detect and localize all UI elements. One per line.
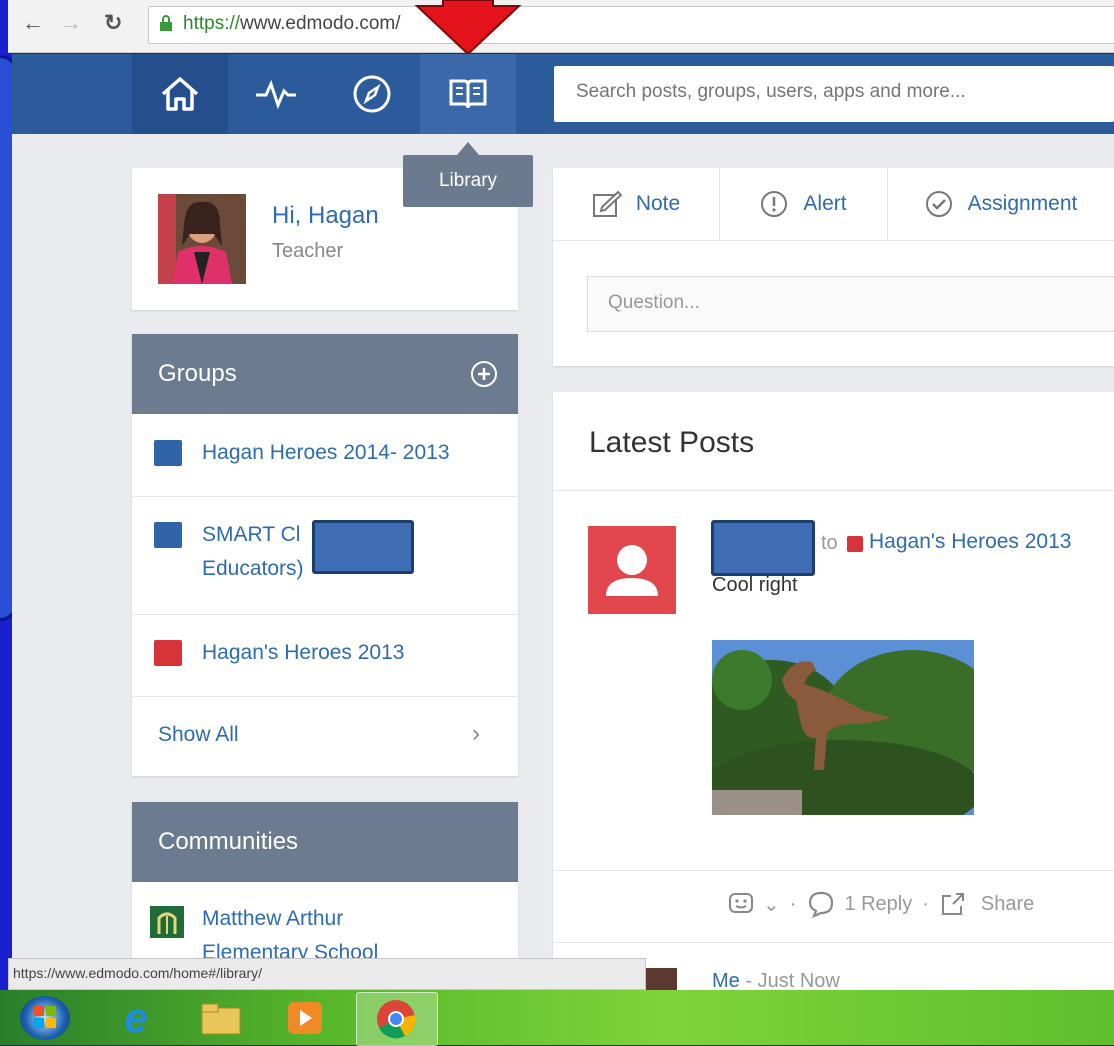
url-text: https://www.edmodo.com/ <box>183 13 401 34</box>
group-item[interactable]: SMART Cl Educators) <box>132 496 518 615</box>
divider <box>553 490 1114 491</box>
status-url: https://www.edmodo.com/home#/library/ <box>13 965 262 981</box>
windows-logo-icon <box>34 1006 56 1028</box>
user-role: Teacher <box>272 240 344 262</box>
tab-label: Alert <box>803 192 847 215</box>
taskbar: e <box>0 990 1114 1046</box>
group-label[interactable]: SMART Cl Educators) <box>202 518 304 586</box>
reply-bubble-icon <box>809 891 834 918</box>
share-icon <box>941 893 964 915</box>
note-edit-icon <box>592 190 622 217</box>
reaction-icon[interactable] <box>727 890 755 918</box>
internet-explorer-icon: e <box>124 994 148 1041</box>
communities-title: Communities <box>158 828 299 855</box>
group-label[interactable]: Hagan Heroes 2014- 2013 <box>202 436 450 470</box>
default-user-icon <box>606 545 658 596</box>
check-circle-icon <box>925 191 952 217</box>
latest-posts-title: Latest Posts <box>589 426 755 459</box>
chrome-taskbar-button[interactable] <box>356 992 438 1046</box>
chevron-right-icon: › <box>472 720 480 747</box>
search-input[interactable] <box>574 80 1098 104</box>
separator-dot: · <box>789 892 797 915</box>
divider <box>553 240 1114 241</box>
browser-toolbar: ← → ↻ https://www.edmodo.com/ <box>8 0 1114 53</box>
share-link[interactable]: Share <box>981 893 1034 916</box>
communities-header: Communities <box>132 802 518 882</box>
reload-icon[interactable]: ↻ <box>104 10 122 36</box>
post-author-avatar[interactable] <box>588 526 676 614</box>
avatar[interactable] <box>645 968 677 992</box>
tooltip-pointer <box>457 142 479 155</box>
back-arrow-icon[interactable]: ← <box>22 10 44 36</box>
tab-alert[interactable]: Alert <box>719 168 888 240</box>
latest-posts-panel: Latest Posts to Hagan's Heroes 2013 Cool… <box>553 392 1114 992</box>
activity-pulse-icon <box>256 79 296 109</box>
school-logo-icon <box>150 906 184 938</box>
post-time: Just Now <box>757 970 840 992</box>
show-all-label[interactable]: Show All <box>158 718 239 752</box>
alert-icon <box>761 191 788 217</box>
redaction-box <box>711 520 815 576</box>
post-group-link[interactable]: Hagan's Heroes 2013 <box>869 530 1071 554</box>
discover-nav-button[interactable] <box>324 54 420 134</box>
top-navbar <box>12 54 1114 134</box>
start-button[interactable] <box>20 996 70 1040</box>
library-nav-button[interactable] <box>420 54 516 134</box>
ie-taskbar-button[interactable]: e <box>108 994 164 1042</box>
tab-assignment[interactable]: Assignment <box>887 168 1114 240</box>
group-item[interactable]: Hagan Heroes 2014- 2013 <box>132 414 518 497</box>
question-placeholder: Question... <box>608 292 700 313</box>
post-image[interactable] <box>712 640 974 815</box>
divider <box>553 870 1114 871</box>
activity-nav-button[interactable] <box>228 54 324 134</box>
lock-icon <box>160 15 172 31</box>
post-actions: ⌄ · 1 Reply · Share <box>727 890 1034 918</box>
compass-icon <box>353 75 391 113</box>
address-bar[interactable]: https://www.edmodo.com/ <box>148 6 1114 44</box>
home-nav-button[interactable] <box>132 54 228 134</box>
link-status-bar: https://www.edmodo.com/home#/library/ <box>8 958 646 990</box>
media-player-icon <box>288 1002 322 1034</box>
question-input[interactable]: Question... <box>587 276 1114 332</box>
group-item[interactable]: Hagan's Heroes 2013 <box>132 614 518 697</box>
post-composer: Note Alert Assignment Question... <box>553 168 1114 366</box>
author-link[interactable]: Me <box>712 970 740 992</box>
post-text: Cool right <box>712 574 798 596</box>
search-box <box>554 66 1114 122</box>
divider <box>553 942 1114 943</box>
groups-header: Groups <box>132 334 518 414</box>
groups-panel: Groups Hagan Heroes 2014- 2013 SMART Cl … <box>132 334 518 776</box>
group-color-swatch <box>847 536 863 552</box>
folder-icon <box>201 1003 241 1035</box>
tab-label: Assignment <box>967 192 1078 215</box>
separator-dot: - <box>745 970 758 992</box>
group-label[interactable]: Hagan's Heroes 2013 <box>202 636 404 670</box>
reply-count[interactable]: 1 Reply <box>844 893 912 916</box>
separator-dot: · <box>922 892 929 915</box>
media-player-taskbar-button[interactable] <box>280 998 330 1038</box>
tab-label: Note <box>635 192 681 215</box>
groups-title: Groups <box>158 360 237 387</box>
show-all-link[interactable]: Show All › <box>132 696 518 776</box>
group-color-swatch <box>154 640 182 666</box>
library-tooltip: Library <box>403 155 533 207</box>
chevron-down-icon[interactable]: ⌄ <box>763 892 780 917</box>
book-icon <box>449 79 487 109</box>
chrome-icon <box>377 1000 416 1039</box>
group-color-swatch <box>154 522 182 548</box>
add-group-icon[interactable] <box>470 360 498 388</box>
forward-arrow-icon[interactable]: → <box>60 10 82 36</box>
avatar[interactable] <box>158 194 246 284</box>
home-icon <box>161 77 199 111</box>
explorer-taskbar-button[interactable] <box>196 998 246 1038</box>
redaction-box <box>312 520 414 574</box>
red-arrow-pointer <box>414 0 522 56</box>
to-label: to <box>821 532 838 554</box>
group-color-swatch <box>154 440 182 466</box>
greeting[interactable]: Hi, Hagan <box>272 202 379 230</box>
tab-note[interactable]: Note <box>553 168 720 240</box>
